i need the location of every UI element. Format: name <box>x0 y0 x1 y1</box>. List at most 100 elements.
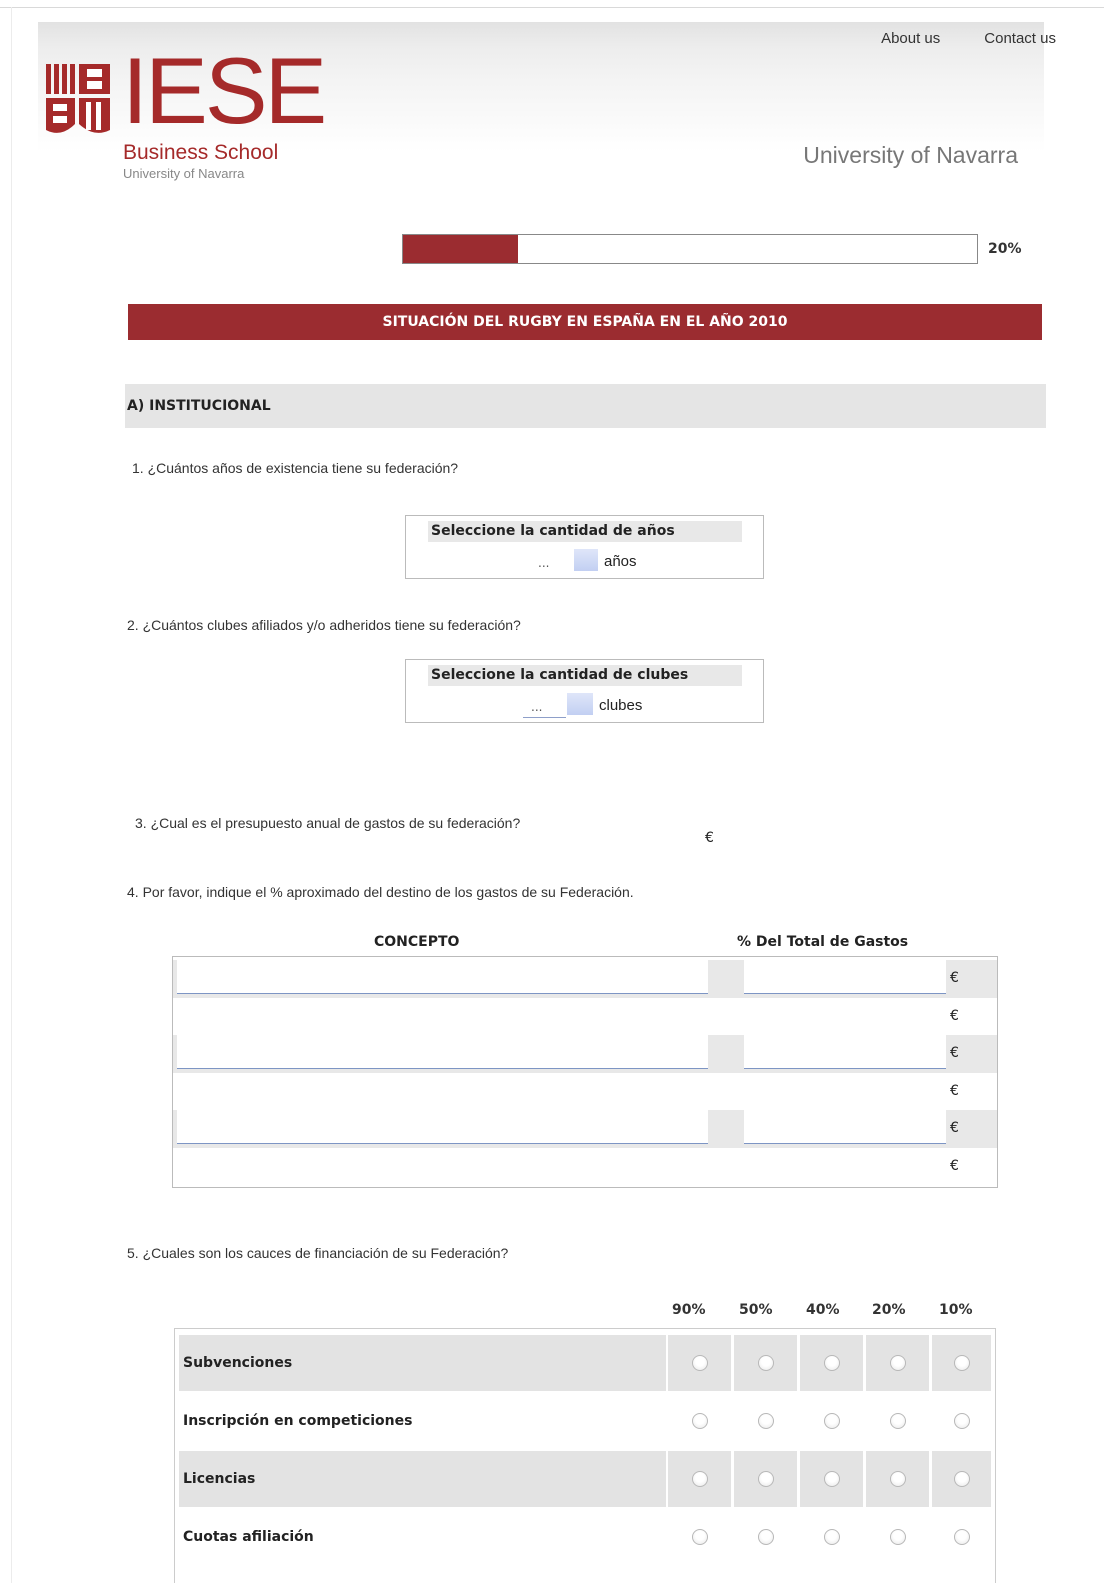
budget-currency: € <box>705 830 714 846</box>
radio-cell <box>800 1509 863 1565</box>
logo-wordmark: IESE <box>122 38 327 143</box>
years-value[interactable]: ... <box>538 556 549 570</box>
radio-cell <box>668 1451 731 1507</box>
expense-currency: € <box>950 970 959 986</box>
section-header: A) INSTITUCIONAL <box>125 384 1046 428</box>
radio-cell <box>800 1451 863 1507</box>
percent-input[interactable] <box>744 1110 946 1144</box>
left-border <box>11 7 12 1583</box>
clubs-value-underline <box>523 717 566 718</box>
logo-subtitle: Business School <box>123 141 279 164</box>
radio-cell <box>800 1335 863 1391</box>
financing-row-label: Cuotas afiliación <box>183 1529 314 1545</box>
radio-cell <box>932 1335 991 1391</box>
radio-cell <box>668 1335 731 1391</box>
financing-row-label: Inscripción en competiciones <box>183 1413 413 1429</box>
expense-row: € <box>173 1110 997 1148</box>
expense-row: € <box>173 998 997 1036</box>
radio-option[interactable] <box>692 1355 708 1371</box>
radio-option[interactable] <box>890 1471 906 1487</box>
years-selector-title: Seleccione la cantidad de años <box>428 521 742 542</box>
radio-option[interactable] <box>692 1471 708 1487</box>
clubs-unit-label: clubes <box>599 697 643 714</box>
financing-row-label: Licencias <box>179 1451 666 1507</box>
radio-option[interactable] <box>692 1529 708 1545</box>
option-header-10: 10% <box>939 1302 973 1318</box>
option-header-50: 50% <box>739 1302 773 1318</box>
financing-row-label: Subvenciones <box>179 1335 666 1391</box>
percent-column-header: % Del Total de Gastos <box>737 934 909 950</box>
radio-option[interactable] <box>758 1355 774 1371</box>
radio-option[interactable] <box>890 1413 906 1429</box>
financing-row: Cuotas afiliación <box>179 1509 991 1565</box>
radio-option[interactable] <box>890 1529 906 1545</box>
progress-percent: 20% <box>988 241 1022 257</box>
radio-cell <box>800 1393 863 1449</box>
clubs-selector-title: Seleccione la cantidad de clubes <box>428 665 742 686</box>
radio-cell <box>734 1509 797 1565</box>
radio-cell <box>866 1393 929 1449</box>
university-name: University of Navarra <box>803 142 1018 168</box>
financing-row: Subvenciones <box>179 1335 991 1391</box>
years-unit-label: años <box>604 553 637 570</box>
radio-cell <box>668 1509 731 1565</box>
contact-us-link[interactable]: Contact us <box>984 30 1056 47</box>
radio-cell <box>932 1393 991 1449</box>
concept-input[interactable] <box>177 1035 708 1069</box>
radio-option[interactable] <box>824 1471 840 1487</box>
option-header-90: 90% <box>672 1302 706 1318</box>
crest-icon <box>46 64 110 133</box>
financing-table: Subvenciones Inscripción en competicione… <box>174 1328 996 1583</box>
radio-cell <box>866 1509 929 1565</box>
radio-option[interactable] <box>954 1529 970 1545</box>
expense-currency: € <box>950 1158 959 1174</box>
question-5: 5. ¿Cuales son los cauces de financiació… <box>127 1245 509 1261</box>
radio-option[interactable] <box>954 1413 970 1429</box>
radio-cell <box>932 1509 991 1565</box>
question-4: 4. Por favor, indique el % aproximado de… <box>127 884 634 900</box>
progress-bar <box>402 234 978 264</box>
expense-currency: € <box>950 1120 959 1136</box>
radio-option[interactable] <box>824 1529 840 1545</box>
radio-option[interactable] <box>824 1355 840 1371</box>
radio-cell <box>734 1451 797 1507</box>
expenses-table: € € € € € € <box>172 956 998 1188</box>
radio-cell <box>932 1451 991 1507</box>
question-2: 2. ¿Cuántos clubes afiliados y/o adherid… <box>127 617 521 633</box>
radio-cell <box>668 1393 731 1449</box>
top-border <box>0 7 1104 8</box>
concept-input[interactable] <box>177 960 708 994</box>
clubs-value[interactable]: ... <box>531 700 542 714</box>
clubs-spin-button[interactable] <box>567 693 593 715</box>
radio-option[interactable] <box>758 1413 774 1429</box>
question-3: 3. ¿Cual es el presupuesto anual de gast… <box>135 815 521 831</box>
logo-university: University of Navarra <box>123 166 245 181</box>
financing-row: Inscripción en competiciones <box>179 1393 991 1449</box>
years-spin-button[interactable] <box>574 549 598 571</box>
radio-cell <box>866 1335 929 1391</box>
question-1: 1. ¿Cuántos años de existencia tiene su … <box>132 460 459 476</box>
concept-input[interactable] <box>177 1110 708 1144</box>
radio-cell <box>734 1335 797 1391</box>
radio-option[interactable] <box>758 1529 774 1545</box>
radio-cell <box>734 1393 797 1449</box>
percent-input[interactable] <box>744 1035 946 1069</box>
iese-logo[interactable]: IESE Business School University of Navar… <box>46 44 327 184</box>
expense-currency: € <box>950 1083 959 1099</box>
expense-row: € <box>173 1035 997 1073</box>
radio-cell <box>866 1451 929 1507</box>
survey-title-banner: SITUACIÓN DEL RUGBY EN ESPAÑA EN EL AÑO … <box>128 304 1042 340</box>
radio-option[interactable] <box>824 1413 840 1429</box>
radio-option[interactable] <box>890 1355 906 1371</box>
radio-option[interactable] <box>692 1413 708 1429</box>
radio-option[interactable] <box>954 1471 970 1487</box>
concept-column-header: CONCEPTO <box>374 934 460 950</box>
radio-option[interactable] <box>758 1471 774 1487</box>
percent-input[interactable] <box>744 960 946 994</box>
about-us-link[interactable]: About us <box>881 30 940 47</box>
expense-currency: € <box>950 1045 959 1061</box>
progress-fill <box>403 235 518 263</box>
expense-row: € <box>173 960 997 998</box>
expense-row: € <box>173 1073 997 1111</box>
radio-option[interactable] <box>954 1355 970 1371</box>
